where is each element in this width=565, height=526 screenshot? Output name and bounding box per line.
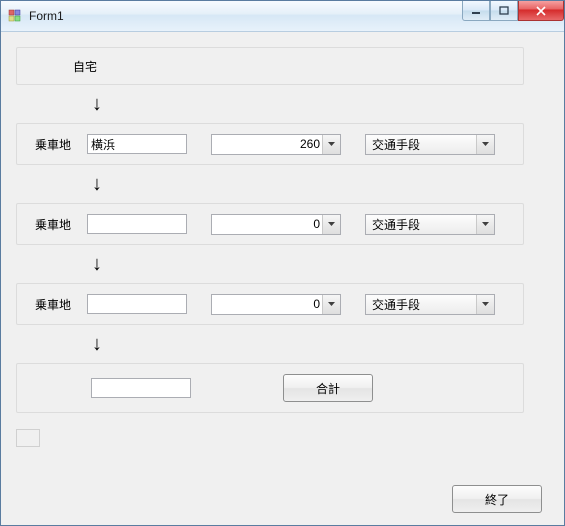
- chevron-down-icon[interactable]: [476, 215, 494, 234]
- fare-combo[interactable]: [211, 134, 341, 155]
- status-strip: [16, 429, 40, 447]
- arrow-1: ↓: [16, 85, 549, 123]
- total-input[interactable]: [91, 378, 191, 398]
- minimize-button[interactable]: [462, 1, 490, 21]
- station-label: 乗車地: [35, 136, 87, 153]
- client-area: 自宅 ↓ 乗車地 交通手段 ↓ 乗車地: [1, 32, 564, 525]
- exit-button[interactable]: 終了: [452, 485, 542, 513]
- titlebar[interactable]: Form1: [1, 1, 564, 32]
- ride-row-1: 乗車地 交通手段: [16, 123, 524, 165]
- total-panel: 合計: [16, 363, 524, 413]
- home-panel: 自宅: [16, 47, 524, 85]
- close-icon: [535, 6, 547, 16]
- maximize-icon: [499, 6, 509, 16]
- home-label: 自宅: [73, 60, 97, 74]
- station-label: 乗車地: [35, 296, 87, 313]
- transport-value: 交通手段: [366, 136, 494, 153]
- station-input[interactable]: [87, 294, 187, 314]
- fare-combo[interactable]: [211, 214, 341, 235]
- arrow-3: ↓: [16, 245, 549, 283]
- app-icon: [7, 8, 23, 24]
- arrow-2: ↓: [16, 165, 549, 203]
- transport-value: 交通手段: [366, 216, 494, 233]
- chevron-down-icon[interactable]: [322, 295, 340, 314]
- transport-combo[interactable]: 交通手段: [365, 294, 495, 315]
- chevron-down-icon[interactable]: [476, 135, 494, 154]
- app-window: Form1 自宅 ↓ 乗車地: [0, 0, 565, 526]
- ride-row-2: 乗車地 交通手段: [16, 203, 524, 245]
- transport-combo[interactable]: 交通手段: [365, 214, 495, 235]
- window-controls: [462, 1, 564, 21]
- chevron-down-icon[interactable]: [476, 295, 494, 314]
- maximize-button[interactable]: [490, 1, 518, 21]
- window-title: Form1: [29, 9, 64, 23]
- fare-combo[interactable]: [211, 294, 341, 315]
- close-button[interactable]: [518, 1, 564, 21]
- arrow-4: ↓: [16, 325, 549, 363]
- total-button[interactable]: 合計: [283, 374, 373, 402]
- transport-value: 交通手段: [366, 296, 494, 313]
- station-input[interactable]: [87, 214, 187, 234]
- chevron-down-icon[interactable]: [322, 215, 340, 234]
- minimize-icon: [471, 6, 481, 16]
- transport-combo[interactable]: 交通手段: [365, 134, 495, 155]
- ride-row-3: 乗車地 交通手段: [16, 283, 524, 325]
- station-label: 乗車地: [35, 216, 87, 233]
- station-input[interactable]: [87, 134, 187, 154]
- chevron-down-icon[interactable]: [322, 135, 340, 154]
